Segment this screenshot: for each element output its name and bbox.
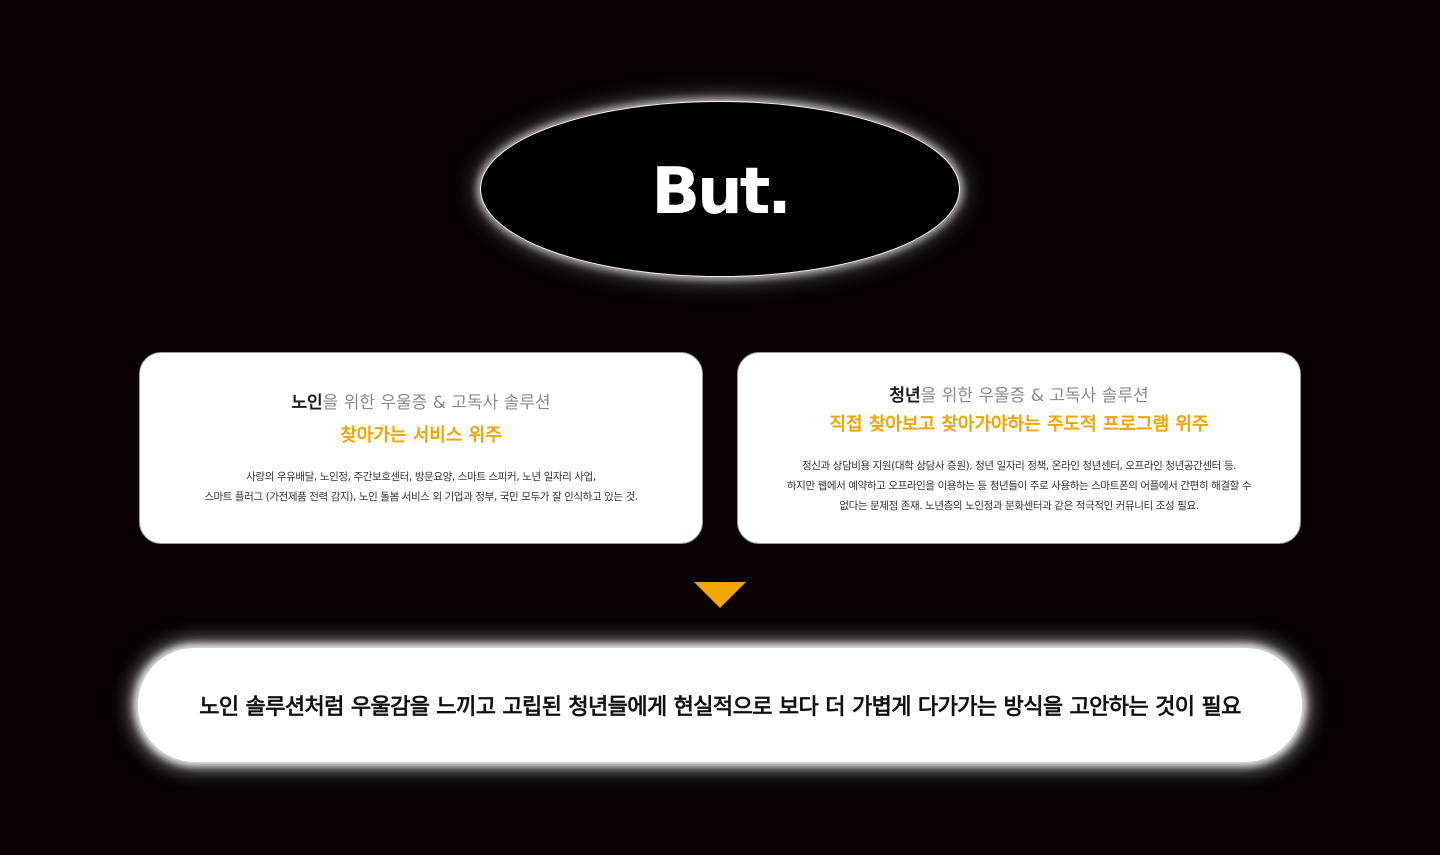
card-body-line: 하지만 웹에서 예약하고 오프라인을 이용하는 등 청년들이 주로 사용하는 스…	[786, 480, 1252, 492]
card-body: 정신과 상담비용 지원(대학 상담사 증원), 청년 일자리 정책, 온라인 청…	[738, 456, 1300, 516]
card-body-line: 없다는 문제점 존재. 노년층의 노인정과 문화센터과 같은 적극적인 커뮤니티…	[839, 500, 1199, 512]
card-heading: 노인을 위한 우울증 & 고독사 솔루션	[140, 393, 702, 413]
conclusion-banner: 노인 솔루션처럼 우울감을 느끼고 고립된 청년들에게 현실적으로 보다 더 가…	[138, 648, 1302, 762]
page-title: But.	[651, 155, 791, 229]
heading-text: 을 위한 우울증 & 고독사 솔루션	[920, 386, 1149, 406]
card-body-line: 정신과 상담비용 지원(대학 상담사 증원), 청년 일자리 정책, 온라인 청…	[801, 460, 1237, 472]
title-ellipse: But.	[480, 101, 960, 277]
elderly-solution-card: 노인을 위한 우울증 & 고독사 솔루션 찾아가는 서비스 위주 사랑의 우유배…	[139, 352, 703, 544]
down-triangle-icon	[694, 582, 746, 608]
conclusion-text: 노인 솔루션처럼 우울감을 느끼고 고립된 청년들에게 현실적으로 보다 더 가…	[199, 695, 1241, 720]
card-body-line: 사랑의 우유배달, 노인정, 주간보호센터, 방문요양, 스마트 스피커, 노년…	[246, 471, 596, 483]
card-body-line: 스마트 플러그 (가전제품 전력 감지), 노인 돌봄 서비스 외 기업과 정부…	[204, 491, 638, 503]
youth-solution-card: 청년을 위한 우울증 & 고독사 솔루션 직접 찾아보고 찾아가야하는 주도적 …	[737, 352, 1301, 544]
heading-emphasis: 청년	[889, 386, 921, 406]
card-highlight: 찾아가는 서비스 위주	[340, 425, 502, 446]
heading-text: 을 위한 우울증 & 고독사 솔루션	[322, 393, 551, 413]
card-heading: 청년을 위한 우울증 & 고독사 솔루션	[738, 386, 1300, 406]
card-highlight: 직접 찾아보고 찾아가야하는 주도적 프로그램 위주	[829, 414, 1209, 435]
heading-emphasis: 노인	[291, 393, 323, 413]
card-body: 사랑의 우유배달, 노인정, 주간보호센터, 방문요양, 스마트 스피커, 노년…	[140, 467, 702, 507]
